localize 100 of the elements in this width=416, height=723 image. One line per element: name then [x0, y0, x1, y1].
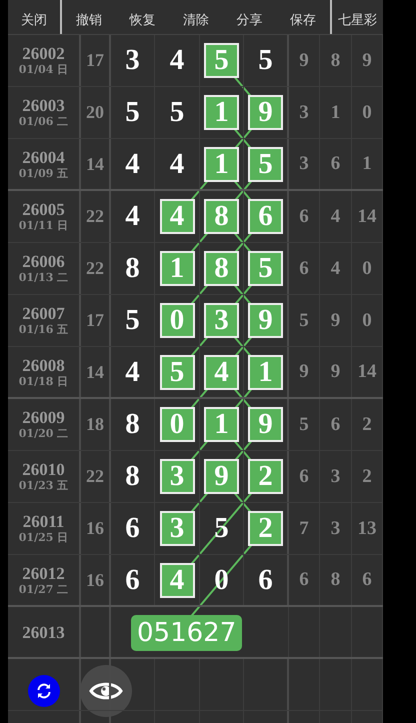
stat-value: 9 — [330, 310, 340, 332]
digit[interactable]: 5 — [125, 96, 140, 129]
stat-value: 5 — [299, 310, 309, 332]
stat-value: 0 — [362, 310, 372, 332]
highlighted-digit[interactable]: 3 — [204, 303, 239, 338]
stat-value: 3 — [299, 153, 309, 175]
sum-value: 14 — [86, 154, 104, 174]
stat-value: 3 — [330, 466, 340, 488]
sum-value: 22 — [86, 206, 104, 227]
draw-date: 01/16 五 — [18, 323, 68, 337]
draw-date: 01/25 日 — [18, 531, 68, 545]
digit[interactable]: 4 — [125, 148, 140, 180]
digit[interactable]: 5 — [170, 96, 184, 129]
toolbar-button[interactable]: 七星彩 — [330, 0, 383, 34]
toolbar-button[interactable]: 恢复 — [116, 0, 170, 34]
digit[interactable]: 6 — [258, 564, 273, 596]
highlighted-digit[interactable]: 1 — [160, 251, 194, 286]
sum-value: 20 — [86, 102, 104, 123]
draw-date: 01/09 五 — [18, 166, 68, 180]
stat-value: 9 — [299, 361, 309, 383]
toolbar-button[interactable]: 撤销 — [62, 0, 116, 34]
stat-value: 0 — [362, 258, 372, 280]
highlighted-digit[interactable]: 5 — [248, 251, 283, 286]
highlighted-digit[interactable]: 1 — [248, 354, 283, 390]
digit[interactable]: 8 — [125, 408, 140, 441]
digit[interactable]: 6 — [125, 564, 140, 596]
stat-value: 6 — [330, 414, 340, 436]
highlighted-digit[interactable]: 3 — [160, 511, 194, 546]
digit[interactable]: 4 — [125, 356, 140, 388]
highlighted-digit[interactable]: 1 — [204, 95, 239, 130]
prediction-badge: 051627 — [131, 615, 242, 651]
stat-value: 6 — [299, 569, 309, 591]
refresh-icon — [35, 682, 53, 700]
stat-value: 6 — [299, 466, 309, 488]
highlighted-digit[interactable]: 6 — [248, 199, 283, 234]
draw-date: 01/27 二 — [18, 582, 68, 596]
issue-number: 26004 — [22, 148, 65, 166]
highlighted-digit[interactable]: 4 — [160, 199, 194, 234]
issue-number: 26011 — [22, 512, 64, 531]
sum-value: 14 — [86, 362, 104, 382]
highlighted-digit[interactable]: 5 — [204, 43, 239, 78]
highlighted-digit[interactable]: 8 — [204, 199, 239, 234]
digit[interactable]: 8 — [125, 252, 140, 285]
sum-value: 16 — [86, 518, 104, 539]
stat-value: 1 — [330, 102, 340, 124]
stat-value: 4 — [330, 258, 340, 280]
digit[interactable]: 6 — [125, 512, 140, 545]
stat-value: 13 — [358, 518, 376, 540]
draw-date: 01/20 二 — [18, 427, 68, 441]
highlighted-digit[interactable]: 2 — [248, 459, 283, 494]
draw-date: 01/18 日 — [18, 374, 68, 388]
digit[interactable]: 5 — [125, 304, 140, 337]
sum-value: 17 — [86, 310, 104, 331]
highlighted-digit[interactable]: 5 — [248, 146, 283, 182]
highlighted-digit[interactable]: 1 — [204, 146, 239, 182]
stat-value: 3 — [299, 102, 309, 124]
highlighted-digit[interactable]: 3 — [160, 459, 194, 494]
sum-value: 22 — [86, 466, 104, 487]
stat-value: 5 — [299, 414, 309, 436]
stat-value: 14 — [358, 361, 376, 383]
digit[interactable]: 8 — [125, 460, 140, 493]
highlighted-digit[interactable]: 9 — [204, 459, 239, 494]
highlighted-digit[interactable]: 2 — [248, 511, 283, 546]
digit[interactable]: 3 — [125, 44, 140, 77]
draw-date: 01/13 二 — [18, 271, 68, 285]
issue-number: 26013 — [22, 622, 65, 642]
toolbar-button[interactable]: 保存 — [276, 0, 330, 34]
highlighted-digit[interactable]: 9 — [248, 303, 283, 338]
digit[interactable]: 4 — [170, 148, 184, 180]
issue-number: 26007 — [22, 304, 65, 323]
sum-value: 22 — [86, 258, 104, 279]
highlighted-digit[interactable]: 4 — [160, 562, 194, 598]
stat-value: 8 — [330, 569, 340, 591]
stat-value: 2 — [362, 466, 372, 488]
toolbar-button[interactable]: 分享 — [222, 0, 276, 34]
stat-value: 4 — [330, 206, 340, 228]
highlighted-digit[interactable]: 1 — [204, 407, 239, 442]
highlighted-digit[interactable]: 4 — [204, 354, 239, 390]
stat-value: 14 — [358, 206, 376, 228]
highlighted-digit[interactable]: 0 — [160, 303, 194, 338]
stat-value: 3 — [330, 518, 340, 540]
highlighted-digit[interactable]: 9 — [248, 407, 283, 442]
stat-value: 6 — [299, 258, 309, 280]
highlighted-digit[interactable]: 9 — [248, 95, 283, 130]
highlighted-digit[interactable]: 5 — [160, 354, 194, 390]
highlighted-digit[interactable]: 0 — [160, 407, 194, 442]
stat-value: 9 — [362, 50, 372, 72]
issue-number: 26010 — [22, 460, 65, 479]
digit[interactable]: 4 — [125, 200, 140, 233]
digit[interactable]: 5 — [258, 44, 273, 77]
issue-number: 26006 — [22, 252, 65, 271]
toolbar-button[interactable]: 清除 — [169, 0, 223, 34]
stat-value: 6 — [330, 153, 340, 175]
stat-value: 0 — [362, 102, 372, 124]
highlighted-digit[interactable]: 8 — [204, 251, 239, 286]
digit[interactable]: 4 — [170, 44, 184, 77]
toolbar-button[interactable]: 关闭 — [8, 0, 62, 34]
stat-value: 2 — [362, 414, 372, 436]
issue-number: 26008 — [22, 356, 65, 374]
stat-value: 9 — [330, 361, 340, 383]
